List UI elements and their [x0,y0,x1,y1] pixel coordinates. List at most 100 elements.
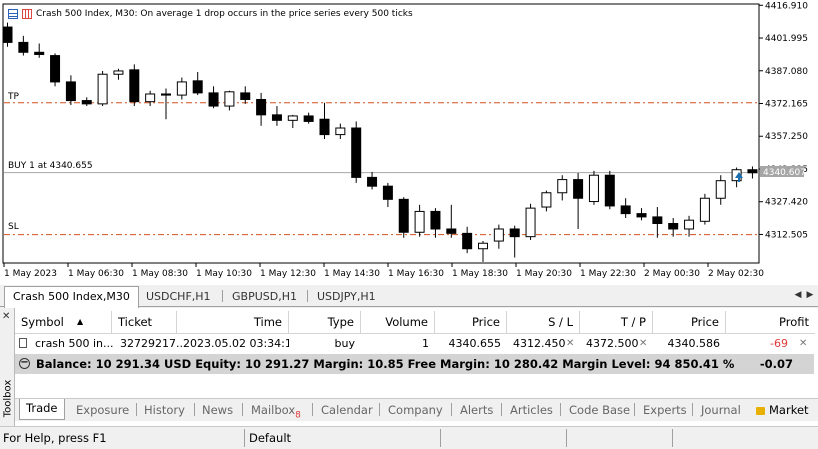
tab-divider [222,290,223,302]
tab-articles[interactable]: Articles [510,401,553,419]
candle-body [747,169,758,174]
candle-body [493,228,504,242]
chart-tabbar: Crash 500 Index,M30 USDCHF,H1 GBPUSD,H1 … [0,285,818,308]
tab-crash500[interactable]: Crash 500 Index,M30 [4,286,139,308]
status-divider [566,429,567,447]
chart-header: Crash 500 Index, M30: On average 1 drop … [8,9,413,19]
collapse-icon[interactable]: − [19,358,30,369]
bars-icon[interactable] [22,9,32,19]
col-time[interactable]: Time [177,311,289,333]
toolbox-label: Toolbox [2,379,14,418]
table-row[interactable]: crash 500 in... 32729217... 2023.05.02 0… [15,334,815,353]
tab-usdchf[interactable]: USDCHF,H1 [138,287,219,306]
tab-journal[interactable]: Journal [701,401,741,419]
cell-price: 4340.655 [448,337,502,350]
y-tick-label: 4416.910 [765,1,808,11]
candle-body [50,55,61,83]
candle-body [335,127,346,136]
close-icon[interactable]: ✕ [2,311,10,322]
candle-body [176,81,187,96]
scroll-left-icon[interactable]: ◀ [792,289,804,301]
col-ticket[interactable]: Ticket [112,311,177,333]
candle-body [699,197,710,222]
candle-body [588,174,599,203]
candle-body [620,205,631,215]
x-tick-label: 1 May 18:30 [452,269,508,279]
candle-body [541,192,552,208]
cell-time: 2023.05.02 03:34:17 [183,337,289,350]
x-tick-label: 1 May 16:30 [388,269,444,279]
scroll-right-icon[interactable]: ▶ [804,289,816,301]
grid-icon[interactable] [8,9,18,19]
tab-experts[interactable]: Experts [643,401,687,419]
y-tick-label: 4387.080 [765,67,808,77]
price-chart[interactable]: 4416.910 4401.995 4387.080 4372.165 4357.250… [0,0,818,285]
col-price[interactable]: Price [435,311,507,333]
candle-body [18,41,29,53]
cell-sl[interactable]: 4312.450 [507,334,567,353]
x-tick-label: 1 May 06:30 [68,269,124,279]
tab-code-base[interactable]: Code Base [569,401,630,419]
candle-body [462,232,473,250]
chart-area[interactable]: 4416.910 4401.995 4387.080 4372.165 4357.250… [0,0,818,285]
tab-news[interactable]: News [202,401,233,419]
buy-label: BUY 1 at 4340.655 [8,161,93,171]
x-tick-label: 1 May 12:30 [260,269,316,279]
remove-tp-icon[interactable]: ✕ [639,334,647,353]
tab-calendar[interactable]: Calendar [321,401,373,419]
tab-gbpusd[interactable]: GBPUSD,H1 [224,287,305,306]
toolbox-sidebar: ✕ Toolbox [0,308,15,426]
candle-body [240,92,251,100]
col-symbol[interactable]: Symbol ▲ [15,311,112,333]
x-tick-label: 1 May 22:30 [580,269,636,279]
candle-body [224,91,235,107]
tab-divider [379,403,380,416]
y-tick-label: 4327.420 [765,198,808,208]
tab-divider [451,403,452,416]
close-position-icon[interactable]: ✕ [799,334,807,353]
tp-label: TP [7,92,19,102]
col-current-price[interactable]: Price [653,311,726,333]
col-type[interactable]: Type [289,311,361,333]
tab-divider [634,403,635,416]
cell-tp[interactable]: 4372.500 [580,334,640,353]
tab-trade[interactable]: Trade [19,399,65,420]
remove-sl-icon[interactable]: ✕ [566,334,574,353]
x-tick-label: 1 May 2023 [4,269,57,279]
tab-usdjpy[interactable]: USDJPY,H1 [309,287,384,306]
candle-body [208,92,219,107]
y-tick-label: 4312.505 [765,230,808,240]
tab-history[interactable]: History [144,401,185,419]
col-volume[interactable]: Volume [361,311,435,333]
y-tick-label: 4401.995 [765,34,808,44]
col-profit[interactable]: Profit [726,311,815,333]
candle-body [256,98,267,116]
tab-divider [560,403,561,416]
candle-body [652,216,663,224]
tab-exposure[interactable]: Exposure [76,401,129,419]
candle-body [398,198,409,233]
x-tick-label: 2 May 02:30 [708,269,764,279]
candle-body [557,179,568,194]
tab-alerts[interactable]: Alerts [460,401,493,419]
x-tick-label: 1 May 20:30 [516,269,572,279]
col-sl[interactable]: S / L [507,311,580,333]
mailbox-badge: 8 [295,410,301,421]
status-profile: Default [249,431,292,445]
tab-mailbox[interactable]: Mailbox8 [251,401,301,421]
table-header: Symbol ▲ Ticket Time Type Volume Price S … [15,311,815,334]
balance-row: − Balance: 10 291.34 USD Equity: 10 291.… [15,354,814,374]
tab-company[interactable]: Company [388,401,443,419]
candle-body [525,207,536,238]
col-tp[interactable]: T / P [580,311,653,333]
y-tick-label: 4372.165 [765,100,808,110]
candle-body [303,115,314,122]
tab-divider [242,403,243,416]
candle-body [161,93,171,96]
tab-divider [136,403,137,416]
candle-body [34,51,45,55]
tab-divider [501,403,502,416]
status-divider [672,429,673,447]
market-button[interactable]: Market [756,401,809,419]
x-tick-label: 1 May 08:30 [132,269,188,279]
